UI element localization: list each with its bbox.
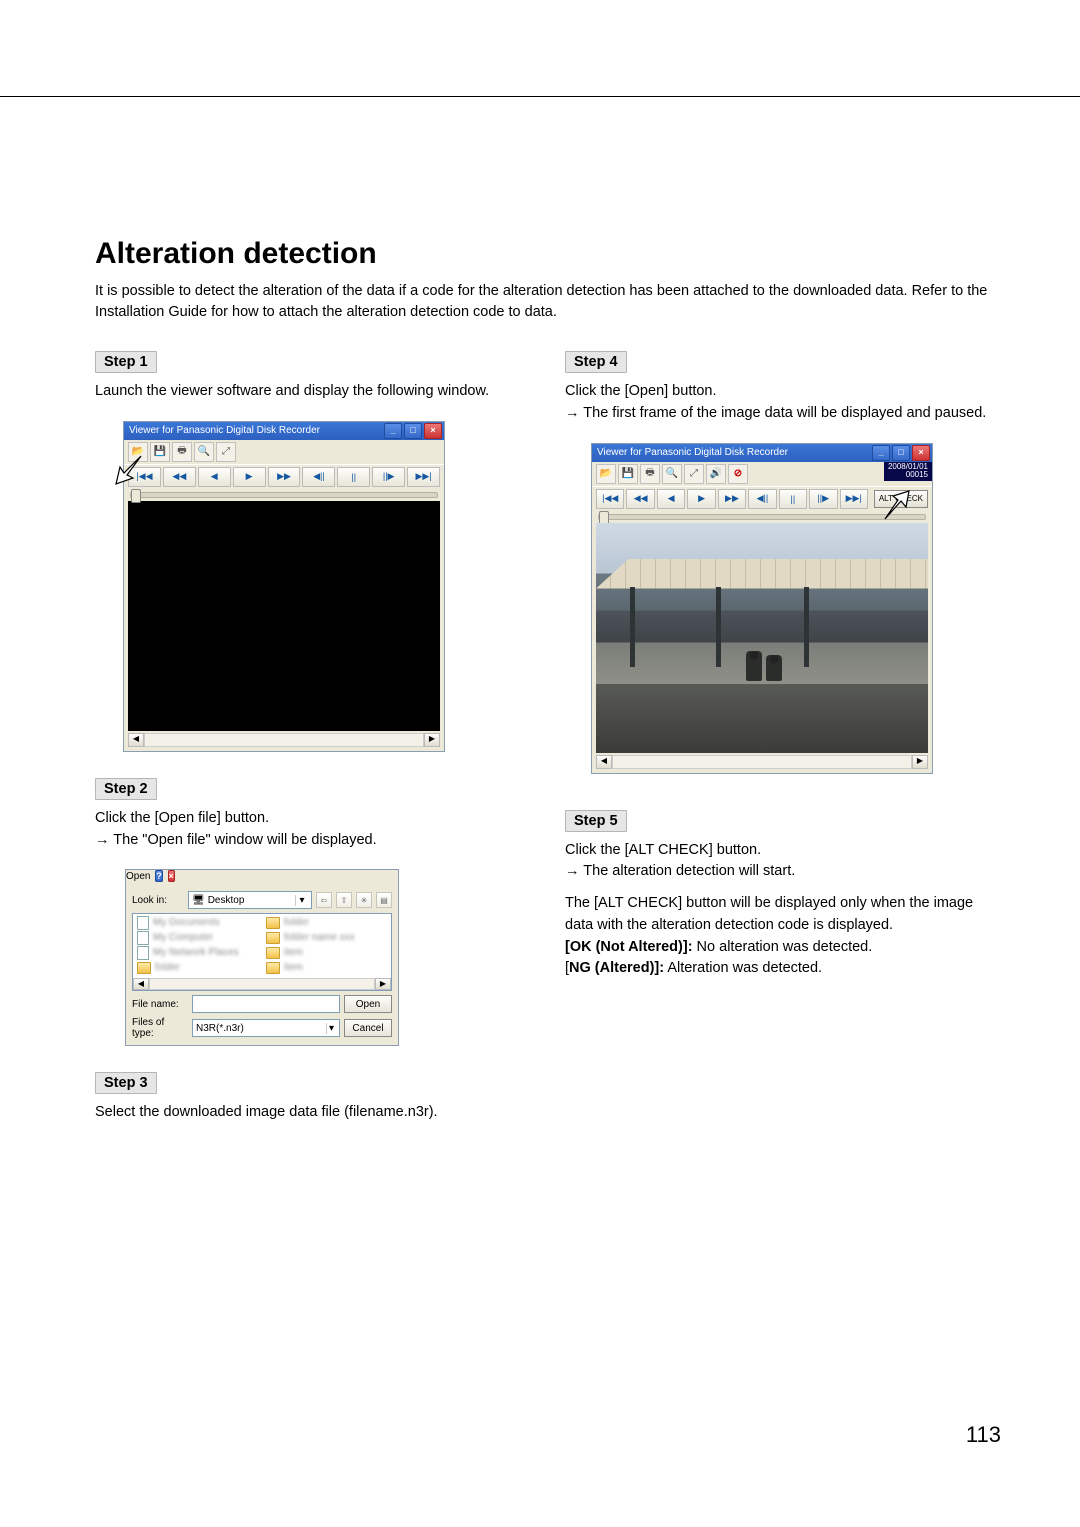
- frame-fwd-button[interactable]: ||▶: [372, 467, 405, 487]
- step4-result: The first frame of the image data will b…: [583, 405, 986, 421]
- new-folder-icon[interactable]: ✳: [356, 892, 372, 908]
- step3-body: Select the downloaded image data file (f…: [95, 1102, 535, 1124]
- play-button[interactable]: ▶: [687, 489, 715, 509]
- position-slider[interactable]: [598, 514, 926, 520]
- folder-icon: [266, 932, 280, 944]
- section-title: Alteration detection: [95, 237, 1005, 271]
- step-back-button[interactable]: ◀: [198, 467, 231, 487]
- skip-end-button[interactable]: ▶▶|: [840, 489, 868, 509]
- close-button[interactable]: ×: [424, 423, 442, 439]
- fast-forward-button[interactable]: ▶▶: [718, 489, 746, 509]
- look-in-label: Look in:: [132, 895, 184, 906]
- pause-button[interactable]: ||: [337, 467, 370, 487]
- zoom-icon[interactable]: 🔍: [662, 464, 682, 484]
- h-scrollbar[interactable]: ◀▶: [128, 733, 440, 747]
- file-name-input[interactable]: [192, 995, 340, 1013]
- step5-header: Step 5: [565, 810, 627, 832]
- intro-text: It is possible to detect the alteration …: [95, 281, 1005, 323]
- cancel-button[interactable]: Cancel: [344, 1019, 392, 1037]
- step2-header: Step 2: [95, 778, 157, 800]
- chevron-down-icon: ▾: [326, 1023, 336, 1034]
- play-button[interactable]: ▶: [233, 467, 266, 487]
- open-dialog-title: Open: [126, 871, 150, 882]
- step2-result: The "Open file" window will be displayed…: [95, 830, 535, 852]
- close-button[interactable]: ×: [168, 870, 175, 882]
- file-type-label: Files of type:: [132, 1017, 188, 1039]
- video-area: [128, 501, 440, 731]
- view-menu-icon[interactable]: ▤: [376, 892, 392, 908]
- frame-back-button[interactable]: ◀||: [748, 489, 776, 509]
- ng-text: Alteration was detected.: [664, 960, 822, 976]
- pause-button[interactable]: ||: [779, 489, 807, 509]
- minimize-button[interactable]: _: [384, 423, 402, 439]
- open-file-icon[interactable]: 📂: [596, 464, 616, 484]
- frame-fwd-button[interactable]: ||▶: [809, 489, 837, 509]
- timestamp-overlay: 2008/01/0100015: [884, 462, 932, 482]
- maximize-button[interactable]: □: [404, 423, 422, 439]
- step4-header: Step 4: [565, 351, 627, 373]
- frame-back-button[interactable]: ◀||: [302, 467, 335, 487]
- maximize-button[interactable]: □: [892, 445, 910, 461]
- open-button[interactable]: Open: [344, 995, 392, 1013]
- minimize-button[interactable]: _: [872, 445, 890, 461]
- step1-header: Step 1: [95, 351, 157, 373]
- file-type-value: N3R(*.n3r): [196, 1023, 244, 1034]
- pointer-arrow-icon: [113, 453, 143, 487]
- window-title: Viewer for Panasonic Digital Disk Record…: [129, 425, 382, 436]
- file-name-label: File name:: [132, 999, 188, 1010]
- ok-label: [OK (Not Altered)]:: [565, 939, 693, 955]
- rewind-button[interactable]: ◀◀: [626, 489, 654, 509]
- look-in-value: Desktop: [208, 895, 245, 906]
- open-file-dialog: Open ? × Look in: 🖥 Desktop ▾ ⇦ ⇧: [125, 869, 399, 1046]
- help-button[interactable]: ?: [155, 870, 163, 882]
- cancel-icon[interactable]: ⊘: [728, 464, 748, 484]
- look-in-select[interactable]: 🖥 Desktop ▾: [188, 891, 312, 909]
- audio-icon[interactable]: 🔊: [706, 464, 726, 484]
- step-back-button[interactable]: ◀: [657, 489, 685, 509]
- computer-icon: [137, 931, 149, 945]
- fast-forward-button[interactable]: ▶▶: [268, 467, 301, 487]
- folder-icon: [266, 947, 280, 959]
- rewind-button[interactable]: ◀◀: [163, 467, 196, 487]
- viewer-window-empty: Viewer for Panasonic Digital Disk Record…: [123, 421, 445, 752]
- step1-body: Launch the viewer software and display t…: [95, 381, 535, 403]
- step5-result: The alteration detection will start.: [565, 861, 1005, 883]
- zoom-icon[interactable]: 🔍: [194, 442, 214, 462]
- save-icon[interactable]: 💾: [618, 464, 638, 484]
- up-folder-icon[interactable]: ⇧: [336, 892, 352, 908]
- page-number: 113: [95, 1422, 1005, 1448]
- fit-icon[interactable]: ⤢: [216, 442, 236, 462]
- step5-body: Click the [ALT CHECK] button.: [565, 840, 1005, 862]
- document-icon: [137, 916, 149, 930]
- step5-note: The [ALT CHECK] button will be displayed…: [565, 893, 1005, 937]
- window-title: Viewer for Panasonic Digital Disk Record…: [597, 447, 870, 458]
- desktop-icon: 🖥: [192, 895, 205, 906]
- back-icon[interactable]: ⇦: [316, 892, 332, 908]
- ok-text: No alteration was detected.: [693, 939, 873, 955]
- skip-start-button[interactable]: |◀◀: [596, 489, 624, 509]
- folder-icon: [266, 917, 280, 929]
- print-icon[interactable]: 🖶: [172, 442, 192, 462]
- network-icon: [137, 946, 149, 960]
- step2-body: Click the [Open file] button.: [95, 808, 535, 830]
- position-slider[interactable]: [130, 492, 438, 498]
- close-button[interactable]: ×: [912, 445, 930, 461]
- print-icon[interactable]: 🖶: [640, 464, 660, 484]
- file-list[interactable]: My Documents My Computer My Network Plac…: [132, 913, 392, 991]
- chevron-down-icon: ▾: [295, 895, 308, 906]
- step3-header: Step 3: [95, 1072, 157, 1094]
- folder-icon: [266, 962, 280, 974]
- file-type-select[interactable]: N3R(*.n3r) ▾: [192, 1019, 340, 1037]
- h-scrollbar[interactable]: ◀▶: [596, 755, 928, 769]
- video-area: [596, 523, 928, 753]
- step4-body: Click the [Open] button.: [565, 381, 1005, 403]
- folder-icon: [137, 962, 151, 974]
- skip-end-button[interactable]: ▶▶|: [407, 467, 440, 487]
- pointer-arrow-icon: [881, 489, 911, 523]
- save-icon[interactable]: 💾: [150, 442, 170, 462]
- fit-icon[interactable]: ⤢: [684, 464, 704, 484]
